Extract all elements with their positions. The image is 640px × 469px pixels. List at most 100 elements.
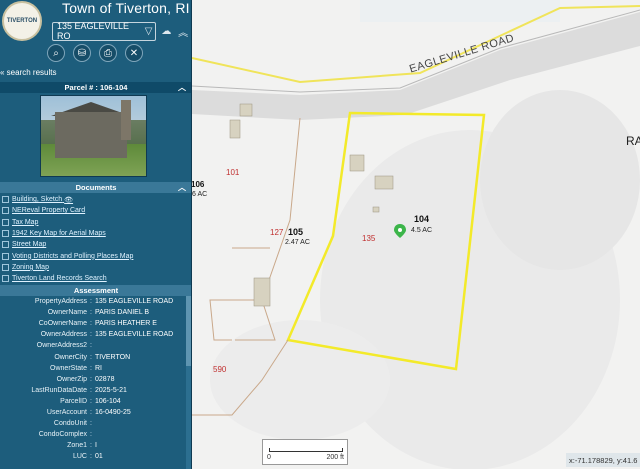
assessment-row: CondoComplex:	[0, 429, 186, 440]
print-tool-button[interactable]: ⎙	[99, 44, 117, 62]
doc-link-street-map[interactable]: Street Map	[0, 239, 191, 250]
assessment-row: CoOwnerName: PARIS HEATHER E	[0, 318, 186, 329]
header: TIVERTON Town of Tiverton, RI 135 EAGLEV…	[0, 0, 191, 42]
doc-link-voting-districts[interactable]: Voting Districts and Polling Places Map	[0, 250, 191, 261]
assessment-key: OwnerCity	[54, 353, 87, 361]
assessment-value: 106-104	[95, 397, 121, 405]
parcel-id-106: 106	[191, 180, 205, 189]
doc-link-tax-map[interactable]: Tax Map	[0, 217, 191, 228]
assessment-row: OwnerState: RI	[0, 363, 186, 374]
document-icon	[2, 241, 9, 249]
print-icon: ⎙	[104, 47, 112, 59]
doc-link-zoning-map[interactable]: Zoning Map	[0, 262, 191, 273]
doc-link-building-sketch[interactable]: Building, Sketch 👁	[0, 194, 191, 205]
search-results-link[interactable]: « search results	[0, 68, 56, 77]
assessment-value: 02878	[95, 375, 115, 383]
assessment-row: ParcelID:106-104	[0, 396, 186, 407]
scale-start: 0	[267, 454, 271, 461]
assessment-row: OwnerZip:02878	[0, 374, 186, 385]
trash-icon: ✕	[129, 47, 139, 59]
assessment-key: LastRunDataDate	[31, 386, 87, 394]
assessment-row: LUC:01	[0, 451, 186, 462]
assessment-key: OwnerName	[47, 309, 87, 317]
layers-tool-button[interactable]: ⛁	[73, 44, 91, 62]
assessment-header-label: Assessment	[73, 286, 119, 295]
toolbar: ⌕ ⛁ ⎙ ✕	[0, 44, 191, 64]
search-row: 135 EAGLEVILLE RO ▽ ☁ ︽	[52, 21, 190, 41]
assessment-row: OwnerName: PARIS DANIEL B	[0, 307, 186, 318]
filter-icon[interactable]: ▽	[145, 26, 153, 37]
documents-header[interactable]: Documents ︿	[0, 182, 191, 193]
chevron-up-icon[interactable]: ︿	[178, 182, 186, 193]
house-number-135: 135	[362, 234, 376, 243]
assessment-key: PropertyAddress	[34, 298, 87, 306]
house-number-127: 127	[270, 228, 284, 237]
document-icon	[2, 218, 9, 226]
document-icon	[2, 196, 9, 204]
eye-icon[interactable]: 👁	[64, 196, 73, 204]
house-number-590: 590	[213, 365, 227, 374]
assessment-row: OwnerAddress:135 EAGLEVILLE ROAD	[0, 329, 186, 340]
assessment-value: TIVERTON	[95, 353, 131, 361]
assessment-row: LastRunDataDate:2025-5-21	[0, 385, 186, 396]
assessment-key: CondoUnit	[53, 420, 87, 428]
collapse-chevron-icon[interactable]: ︽	[176, 24, 190, 39]
assessment-key: OwnerState	[50, 364, 87, 372]
document-icon	[2, 263, 9, 271]
assessment-value: PARIS DANIEL B	[95, 309, 150, 317]
parcel-area-106: 6 AC	[192, 191, 208, 198]
assessment-row: UserAccount:16-0490-25	[0, 407, 186, 418]
assessment-value: 16-0490-25	[95, 408, 131, 416]
assessment-row: Zone1: I	[0, 440, 186, 451]
layers-icon: ⛁	[77, 47, 87, 59]
assessment-value: 135 EAGLEVILLE ROAD	[95, 298, 174, 306]
address-search-value: 135 EAGLEVILLE RO	[57, 21, 130, 41]
assessment-key: OwnerAddress2	[36, 342, 87, 350]
chevron-up-icon[interactable]: ︿	[178, 82, 186, 93]
assessment-value: 2025-5-21	[95, 386, 127, 394]
corner-label: RA	[626, 134, 640, 148]
coordinate-readout: x:-71.178829, y:41.6	[566, 453, 640, 467]
address-search-input[interactable]: 135 EAGLEVILLE RO ▽	[52, 21, 157, 41]
assessment-row: PropertyAddress:135 EAGLEVILLE ROAD	[0, 296, 186, 307]
parcel-area-105: 2.47 AC	[285, 239, 310, 246]
doc-link-1942-key-map[interactable]: 1942 Key Map for Aerial Maps	[0, 228, 191, 239]
parcel-area-104: 4.5 AC	[411, 227, 433, 234]
assessment-row: CondoUnit:	[0, 418, 186, 429]
town-seal-logo: TIVERTON	[2, 1, 42, 41]
search-tool-button[interactable]: ⌕	[47, 44, 65, 62]
assessment-key: OwnerZip	[56, 375, 87, 383]
parcel-id-105: 105	[288, 227, 304, 237]
document-icon	[2, 252, 9, 260]
assessment-value: RI	[95, 364, 102, 372]
scale-end: 200 ft	[326, 454, 344, 461]
documents-list: Building, Sketch 👁 NEReval Property Card…	[0, 194, 191, 284]
assessment-key: CoOwnerName	[38, 320, 87, 328]
assessment-value: PARIS HEATHER E	[95, 320, 157, 328]
doc-link-nereval-card[interactable]: NEReval Property Card	[0, 205, 191, 216]
trash-tool-button[interactable]: ✕	[125, 44, 143, 62]
doc-link-land-records[interactable]: Tiverton Land Records Search	[0, 273, 191, 284]
parcel-header-label: Parcel # : 106-104	[64, 83, 128, 92]
document-icon	[2, 275, 9, 283]
parcel-header[interactable]: Parcel # : 106-104 ︿	[0, 82, 191, 93]
parcel-id-104: 104	[414, 214, 430, 224]
property-photo	[40, 95, 147, 177]
assessment-header[interactable]: Assessment	[0, 285, 191, 296]
assessment-value: 135 EAGLEVILLE ROAD	[95, 331, 174, 339]
document-icon	[2, 207, 9, 215]
sidebar-panel: TIVERTON Town of Tiverton, RI 135 EAGLEV…	[0, 0, 192, 469]
assessment-row: OwnerCity: TIVERTON	[0, 351, 186, 362]
scale-bar: 0 200 ft	[262, 439, 348, 465]
house-number-101: 101	[226, 168, 240, 177]
assessment-key: OwnerAddress	[40, 331, 87, 339]
document-icon	[2, 230, 9, 238]
assessment-value: 01	[95, 453, 103, 461]
cloud-icon[interactable]: ☁	[159, 24, 173, 38]
assessment-key: Zone1	[67, 442, 87, 450]
assessment-key: LUC	[72, 453, 87, 461]
assessment-scrollbar[interactable]	[186, 296, 191, 469]
assessment-key: ParcelID	[60, 397, 87, 405]
assessment-row: OwnerAddress2:	[0, 340, 186, 351]
assessment-value: I	[95, 442, 97, 450]
